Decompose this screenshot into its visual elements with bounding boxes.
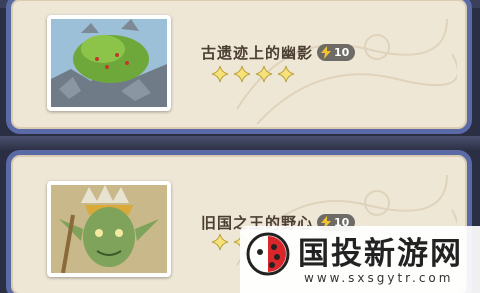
star-rating [211, 65, 295, 83]
quest-thumbnail [47, 15, 171, 111]
star-icon [277, 65, 295, 83]
energy-cost-badge: 10 [317, 44, 356, 61]
quest-title: 古遗迹上的幽影 [201, 44, 314, 62]
goblin-king-icon [51, 185, 167, 273]
star-icon [255, 65, 273, 83]
lightning-bolt-icon [321, 46, 332, 59]
site-watermark: 国投新游网 www.sxsgytr.com [240, 226, 480, 293]
energy-cost-value: 10 [334, 46, 350, 59]
quest-card[interactable]: 古遗迹上的幽影 10 [6, 0, 472, 134]
star-icon [211, 65, 229, 83]
watermark-url: www.sxsgytr.com [304, 271, 454, 285]
ladybug-logo-icon [246, 232, 290, 276]
quest-title-row: 古遗迹上的幽影 10 [201, 42, 356, 63]
watermark-title: 国投新游网 [298, 236, 463, 272]
quest-thumbnail [47, 181, 171, 277]
star-icon [211, 233, 229, 251]
star-icon [233, 65, 251, 83]
mossy-ruins-creature-icon [51, 19, 167, 107]
